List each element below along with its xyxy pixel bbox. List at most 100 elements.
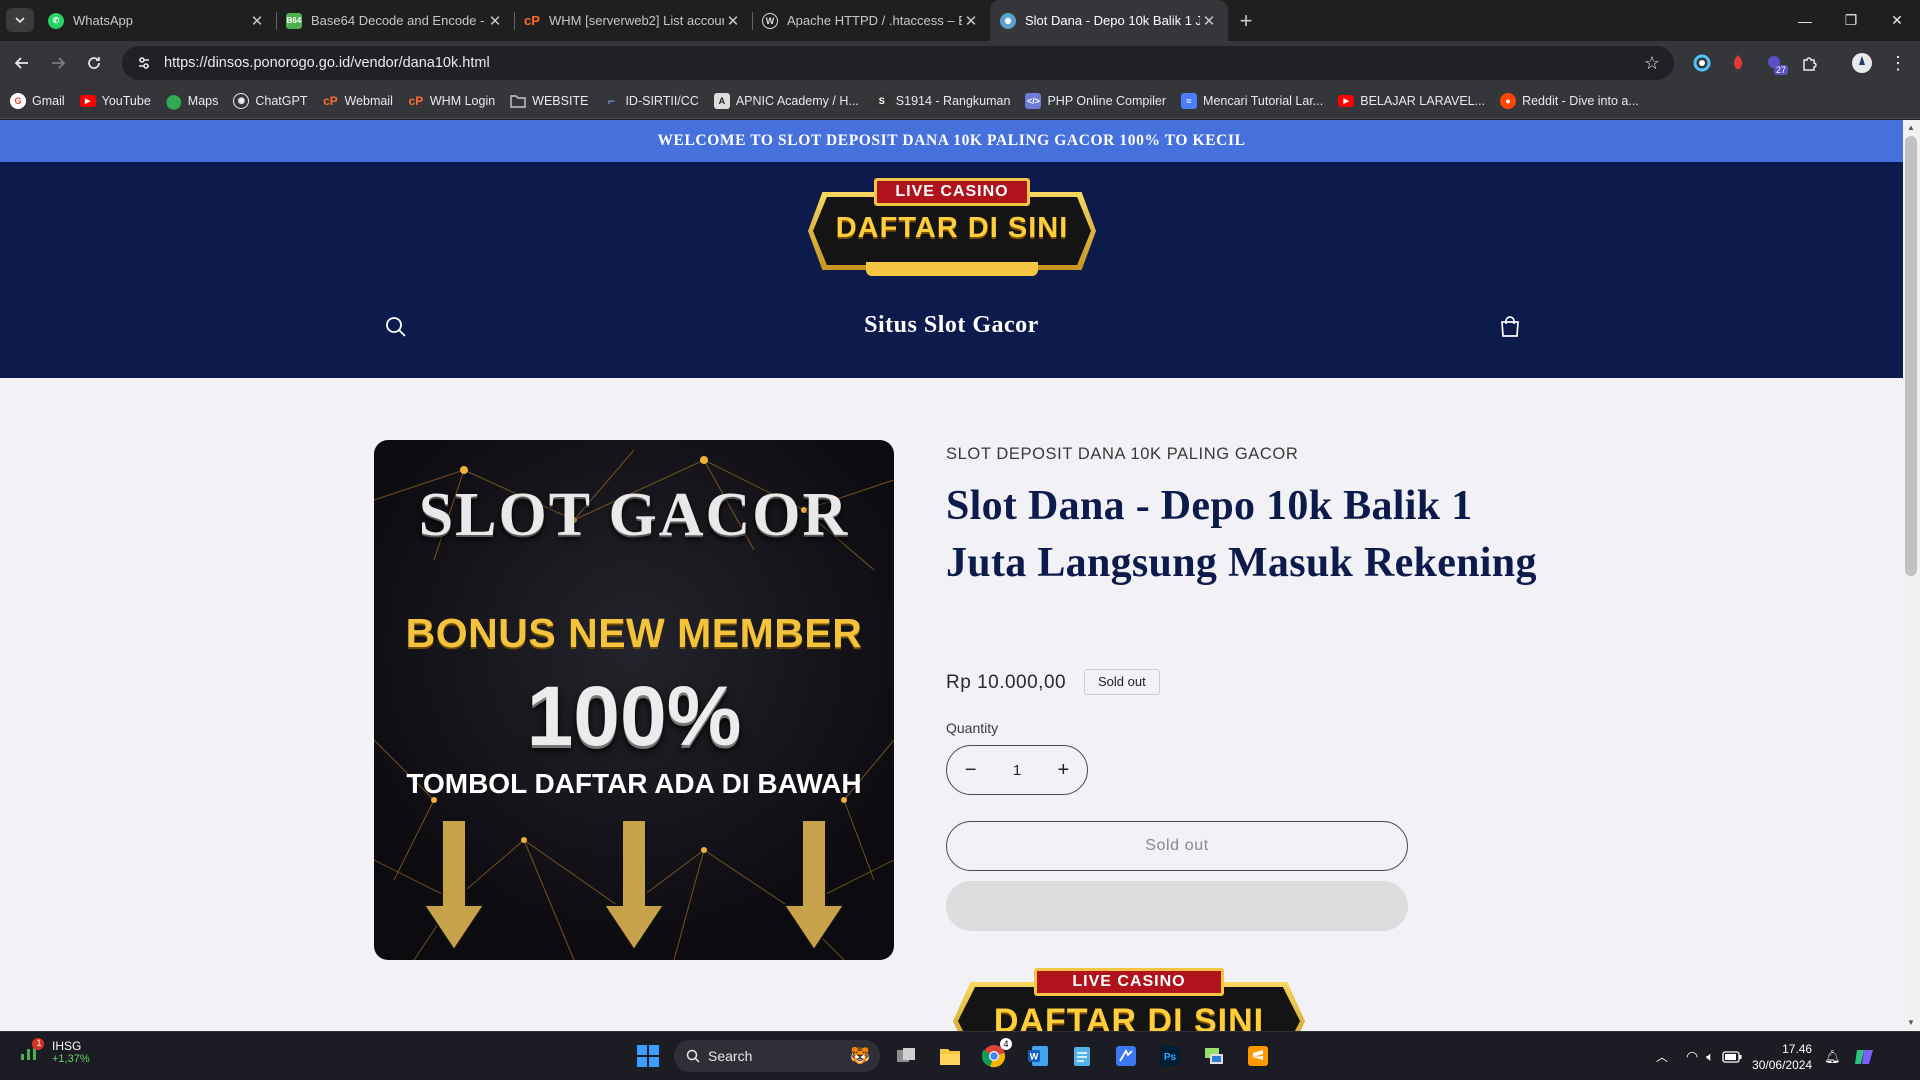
daftar-banner-product[interactable]: LIVE CASINO DAFTAR DI SINI (953, 968, 1305, 1031)
back-button[interactable] (4, 45, 40, 81)
bookmark-folder-website[interactable]: WEBSITE (510, 93, 588, 109)
close-icon[interactable]: ✕ (486, 12, 504, 30)
stock-ticker-widget[interactable]: 1 IHSG +1,37% (18, 1038, 90, 1066)
scrollbar-thumb[interactable] (1905, 136, 1917, 576)
battery-icon[interactable] (1722, 1050, 1742, 1063)
tab-whm[interactable]: cP WHM [serverweb2] List account ✕ (514, 0, 752, 41)
close-icon[interactable]: ✕ (724, 12, 742, 30)
tab-apache[interactable]: W Apache HTTPD / .htaccess – Bu ✕ (752, 0, 990, 41)
quantity-decrease-button[interactable]: − (947, 759, 994, 782)
tab-search-button[interactable] (6, 8, 34, 32)
bookmark-maps[interactable]: ⬤ Maps (166, 93, 218, 109)
puzzle-icon[interactable] (1792, 45, 1828, 81)
photoshop-icon[interactable]: Ps (1148, 1036, 1192, 1076)
product-image[interactable]: SLOT GACOR BONUS NEW MEMBER 100% TOMBOL … (374, 440, 894, 960)
tab-whatsapp[interactable]: ✆ WhatsApp ✕ (38, 0, 276, 41)
notification-bell-icon[interactable]: 🔔︎ (1824, 1049, 1841, 1065)
sublime-text-icon[interactable] (1236, 1036, 1280, 1076)
color-picker-extension-icon[interactable] (1684, 45, 1720, 81)
arrow-down-icon (784, 820, 844, 950)
cpanel-icon: cP (323, 94, 338, 108)
tab-title: Apache HTTPD / .htaccess – Bu (787, 13, 962, 28)
quantity-increase-button[interactable]: + (1040, 759, 1087, 782)
image-text-bonus: BONUS NEW MEMBER (405, 610, 863, 656)
bookmark-chatgpt[interactable]: ✺ ChatGPT (233, 93, 307, 109)
file-explorer-icon[interactable] (928, 1036, 972, 1076)
close-icon[interactable]: ✕ (1200, 12, 1218, 30)
bookmark-youtube[interactable]: ▶ YouTube (79, 94, 151, 108)
tab-base64[interactable]: B64 Base64 Decode and Encode - O ✕ (276, 0, 514, 41)
close-icon[interactable]: ✕ (962, 12, 980, 30)
quantity-input[interactable]: 1 (994, 762, 1039, 779)
close-window-button[interactable]: ✕ (1874, 0, 1920, 41)
reload-button[interactable] (76, 45, 112, 81)
windows-start-button[interactable] (626, 1036, 670, 1076)
bookmark-belajar-laravel[interactable]: ▶ BELAJAR LARAVEL... (1338, 94, 1485, 108)
badge-extension-icon[interactable]: 27 (1756, 45, 1792, 81)
scroll-up-arrow-icon[interactable]: ▲ (1905, 122, 1917, 134)
extension-badge: 27 (1774, 65, 1789, 75)
bookmark-label: ChatGPT (255, 94, 308, 108)
windows-taskbar: 1 IHSG +1,37% Search 🐯 4 W Ps ︿ ◠ 🔈︎ 17.… (0, 1031, 1920, 1080)
address-bar[interactable]: https://dinsos.ponorogo.go.id/vendor/dan… (122, 46, 1674, 80)
bookmark-whm-login[interactable]: cP WHM Login (408, 93, 496, 109)
bookmark-label: APNIC Academy / H... (735, 94, 859, 108)
bookmark-gmail[interactable]: G Gmail (10, 93, 65, 109)
bookmark-label: Webmail (344, 94, 393, 108)
ticker-badge: 1 (36, 1038, 42, 1048)
arrow-right-icon (52, 56, 66, 69)
bookmark-tutorial[interactable]: ≈ Mencari Tutorial Lar... (1181, 93, 1323, 109)
bookmark-id-sirtii[interactable]: ⌐ ID-SIRTII/CC (603, 93, 699, 109)
bookmark-php-compiler[interactable]: </> PHP Online Compiler (1025, 93, 1166, 109)
wifi-icon[interactable]: ◠ (1686, 1048, 1698, 1065)
arrow-left-icon (14, 56, 28, 69)
tutorial-icon: ≈ (1181, 93, 1198, 109)
scroll-down-arrow-icon[interactable]: ▼ (1905, 1017, 1917, 1029)
volume-icon[interactable]: 🔈︎ (1706, 1049, 1714, 1065)
chevron-up-icon[interactable]: ︿ (1656, 1048, 1668, 1065)
banner-main-text: DAFTAR DI SINI (835, 212, 1069, 244)
reload-icon (88, 56, 100, 69)
bookmark-label: WEBSITE (532, 94, 589, 108)
header-cart-button[interactable] (1498, 315, 1522, 339)
bookmark-s1914[interactable]: S S1914 - Rangkuman (873, 93, 1010, 109)
close-icon[interactable]: ✕ (248, 12, 266, 30)
svg-text:Ps: Ps (1164, 1052, 1177, 1063)
notepad-icon[interactable] (1060, 1036, 1104, 1076)
minimize-button[interactable]: — (1782, 0, 1828, 41)
bookmark-label: BELAJAR LARAVEL... (1360, 94, 1486, 108)
sold-out-button[interactable]: Sold out (946, 821, 1408, 871)
youtube-icon: ▶ (79, 95, 96, 107)
profile-avatar-icon[interactable] (1844, 45, 1880, 81)
forward-button[interactable] (40, 45, 76, 81)
chrome-icon[interactable]: 4 (972, 1036, 1016, 1076)
google-icon: G (10, 93, 26, 109)
bookmark-star-icon[interactable]: ☆ (1644, 53, 1660, 74)
daftar-banner[interactable]: LIVE CASINO DAFTAR DI SINI (808, 178, 1096, 282)
bookmark-apnic[interactable]: A APNIC Academy / H... (713, 93, 859, 109)
restore-button[interactable]: ❐ (1828, 0, 1874, 41)
menu-icon[interactable]: ⋮ (1880, 45, 1916, 81)
new-tab-button[interactable]: + (1228, 0, 1264, 41)
word-icon[interactable]: W (1016, 1036, 1060, 1076)
red-extension-icon[interactable] (1720, 45, 1756, 81)
image-text-tombol: TOMBOL DAFTAR ADA DI BAWAH (406, 768, 862, 799)
taskbar-clock[interactable]: 17.46 30/06/2024 (1752, 1041, 1812, 1073)
store-name[interactable]: Situs Slot Gacor (0, 312, 1903, 339)
vscode-like-icon[interactable] (1104, 1036, 1148, 1076)
folder-icon (510, 93, 526, 109)
page-viewport: WELCOME TO SLOT DEPOSIT DANA 10K PALING … (0, 120, 1903, 1031)
bookmark-reddit[interactable]: ● Reddit - Dive into a... (1500, 93, 1639, 109)
bookmark-label: WHM Login (429, 94, 496, 108)
taskbar-search-box[interactable]: Search 🐯 (674, 1040, 880, 1072)
task-view-icon[interactable] (884, 1036, 928, 1076)
s1914-icon: S (873, 93, 890, 109)
browser-toolbar: https://dinsos.ponorogo.go.id/vendor/dan… (0, 41, 1920, 84)
dynamic-checkout-button-placeholder[interactable] (946, 881, 1408, 931)
site-info-icon[interactable] (136, 55, 152, 71)
tab-slot-dana[interactable]: ◉ Slot Dana - Depo 10k Balik 1 Ju ✕ (990, 0, 1228, 41)
remote-desktop-icon[interactable] (1192, 1036, 1236, 1076)
url-text[interactable]: https://dinsos.ponorogo.go.id/vendor/dan… (164, 55, 490, 71)
copilot-icon[interactable] (1853, 1046, 1875, 1068)
bookmark-webmail[interactable]: cP Webmail (322, 93, 393, 109)
